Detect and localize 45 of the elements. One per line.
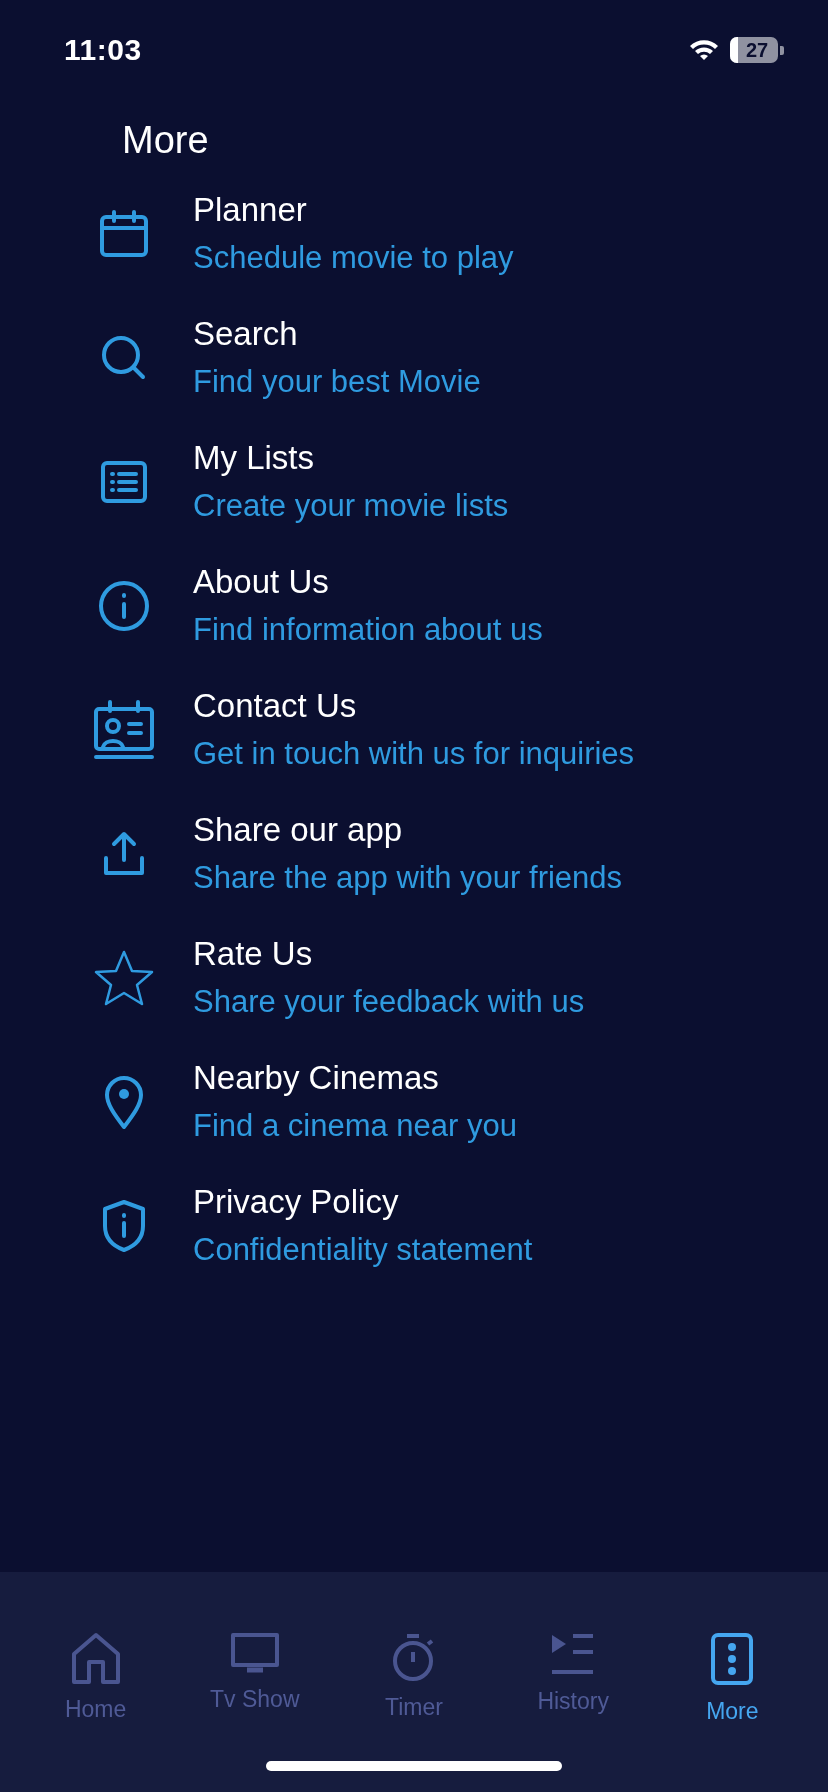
- item-title: Share our app: [193, 812, 404, 849]
- item-subtitle: Find information about us: [193, 612, 543, 647]
- item-subtitle: Get in touch with us for inquiries: [193, 736, 635, 771]
- home-icon: [70, 1632, 121, 1684]
- item-title: Contact Us: [193, 688, 358, 725]
- location-pin-icon: [104, 1073, 144, 1130]
- menu-item[interactable]: Share our app Share the app with your friends: [0, 791, 828, 916]
- menu-item[interactable]: Search Find your best Movie: [0, 295, 828, 420]
- item-subtitle: Share your feedback with us: [193, 984, 585, 1019]
- list-icon: [100, 459, 148, 504]
- page-title: More: [122, 118, 210, 163]
- item-title: Rate Us: [193, 936, 314, 973]
- info-icon: [98, 579, 150, 632]
- status-time: 11:03: [64, 33, 142, 67]
- contact-card-icon: [93, 698, 155, 761]
- item-title: Privacy Policy: [193, 1184, 400, 1221]
- search-icon: [100, 333, 148, 382]
- tv-icon: [229, 1632, 280, 1674]
- item-subtitle: Share the app with your friends: [193, 860, 623, 895]
- star-icon: [93, 948, 155, 1007]
- wifi-icon: [688, 38, 720, 62]
- item-title: Nearby Cinemas: [193, 1060, 440, 1097]
- tab-item[interactable]: More: [657, 1632, 808, 1725]
- menu-item[interactable]: Privacy Policy Confidentiality statement: [0, 1163, 828, 1288]
- battery-indicator: 27: [730, 37, 778, 63]
- menu-item[interactable]: Planner Schedule movie to play: [0, 171, 828, 296]
- item-subtitle: Create your movie lists: [193, 488, 509, 523]
- stopwatch-icon: [391, 1632, 436, 1682]
- share-icon: [102, 829, 146, 878]
- item-title: Planner: [193, 192, 308, 229]
- menu-item[interactable]: Rate Us Share your feedback with us: [0, 915, 828, 1040]
- item-subtitle: Find a cinema near you: [193, 1108, 517, 1143]
- more-icon: [710, 1632, 755, 1686]
- menu-item[interactable]: My Lists Create your movie lists: [0, 419, 828, 544]
- item-subtitle: Find your best Movie: [193, 364, 481, 399]
- item-title: My Lists: [193, 440, 315, 477]
- menu-item[interactable]: Nearby Cinemas Find a cinema near you: [0, 1039, 828, 1164]
- item-subtitle: Confidentiality statement: [193, 1232, 533, 1267]
- item-title: Search: [193, 316, 299, 353]
- shield-info-icon: [102, 1198, 146, 1253]
- item-title: About Us: [193, 564, 330, 601]
- calendar-icon: [98, 207, 150, 260]
- menu-item[interactable]: Contact Us Get in touch with us for inquiries: [0, 667, 828, 792]
- item-subtitle: Schedule movie to play: [193, 240, 514, 275]
- menu-item[interactable]: About Us Find information about us: [0, 543, 828, 668]
